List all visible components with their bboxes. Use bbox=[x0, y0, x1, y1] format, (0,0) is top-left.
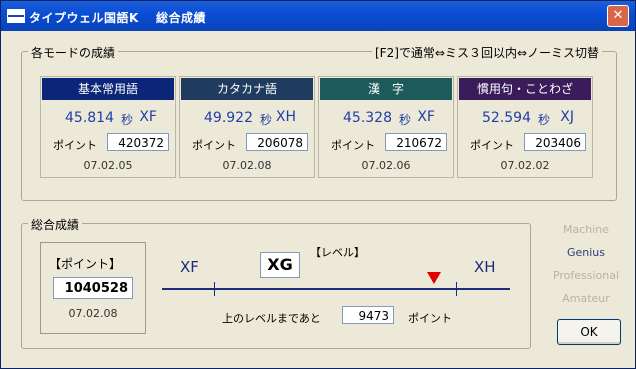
mode-point-label: ポイント bbox=[192, 139, 236, 152]
mode-rank: XF bbox=[417, 109, 435, 125]
mode-date: 07.02.08 bbox=[222, 159, 272, 172]
mode-rank: XF bbox=[139, 109, 157, 125]
mode-rank: XH bbox=[275, 109, 296, 125]
mode-time-unit: 秒 bbox=[121, 113, 134, 127]
main-window: タイプウェル国語K 総合成績 ✕ 各モードの成績 [F2]で通常⇔ミス３回以内⇔… bbox=[0, 0, 636, 369]
modes-group: 各モードの成績 [F2]で通常⇔ミス３回以内⇔ノーミス切替 基本常用語 45.8… bbox=[21, 44, 617, 201]
app-icon bbox=[7, 9, 25, 23]
window-title: タイプウェル国語K 総合成績 bbox=[29, 11, 206, 25]
right-level-mark: XH bbox=[474, 258, 496, 276]
mode-card: カタカナ語 49.922 秒 XH ポイント 206078 07.02.08 bbox=[179, 76, 315, 178]
mode-card: 慣用句・ことわざ 52.594 秒 XJ ポイント 203406 07.02.0… bbox=[457, 76, 593, 178]
level-option: Amateur bbox=[562, 292, 610, 305]
mode-time: 45.814 bbox=[65, 110, 114, 126]
mode-rank: XJ bbox=[560, 109, 574, 125]
mode-header: 基本常用語 bbox=[42, 78, 174, 100]
level-title: 【レベル】 bbox=[310, 246, 365, 259]
overall-group: 総合成績 【ポイント】 1040528 07.02.08 XF XG 【レベル】… bbox=[21, 216, 531, 349]
level-tick-left bbox=[214, 282, 215, 296]
level-tick-right bbox=[456, 282, 457, 296]
overall-point-panel: 【ポイント】 1040528 07.02.08 bbox=[40, 242, 146, 334]
mode-date: 07.02.02 bbox=[500, 159, 550, 172]
mode-points-box: 420372 bbox=[107, 133, 169, 151]
mode-card: 漢 字 45.328 秒 XF ポイント 210672 07.02.06 bbox=[318, 76, 454, 178]
remaining-label: 上のレベルまであと bbox=[222, 312, 321, 325]
mode-date: 07.02.05 bbox=[83, 159, 133, 172]
remaining-points-box: 9473 bbox=[342, 306, 394, 324]
mode-point-label: ポイント bbox=[331, 139, 375, 152]
ok-button[interactable]: OK bbox=[557, 319, 621, 345]
mode-time-unit: 秒 bbox=[399, 113, 412, 127]
f2-toggle-hint: [F2]で通常⇔ミス３回以内⇔ノーミス切替 bbox=[371, 44, 602, 61]
remaining-unit: ポイント bbox=[408, 312, 452, 325]
point-title: 【ポイント】 bbox=[49, 257, 122, 271]
mode-points-box: 206078 bbox=[246, 133, 308, 151]
modes-group-label: 各モードの成績 bbox=[28, 44, 119, 61]
left-level-mark: XF bbox=[180, 258, 199, 276]
overall-points-box: 1040528 bbox=[53, 277, 133, 299]
overall-date: 07.02.08 bbox=[68, 307, 118, 320]
mode-card: 基本常用語 45.814 秒 XF ポイント 420372 07.02.05 bbox=[40, 76, 176, 178]
mode-point-label: ポイント bbox=[53, 139, 97, 152]
progress-marker-icon bbox=[427, 272, 442, 284]
mode-time: 49.922 bbox=[204, 110, 253, 126]
mode-point-label: ポイント bbox=[470, 139, 514, 152]
mode-time: 52.594 bbox=[482, 110, 531, 126]
close-button[interactable]: ✕ bbox=[607, 5, 629, 27]
mode-time-unit: 秒 bbox=[538, 113, 551, 127]
mode-header: カタカナ語 bbox=[181, 78, 313, 100]
mode-header: 慣用句・ことわざ bbox=[459, 78, 591, 100]
mode-time-unit: 秒 bbox=[260, 113, 273, 127]
overall-group-label: 総合成績 bbox=[28, 216, 83, 233]
mode-points-box: 203406 bbox=[524, 133, 586, 151]
mode-points-box: 210672 bbox=[385, 133, 447, 151]
level-option: Genius bbox=[566, 246, 606, 259]
mode-time: 45.328 bbox=[343, 110, 392, 126]
level-option: Machine bbox=[562, 223, 610, 236]
level-progress-track bbox=[162, 272, 510, 296]
title-bar: タイプウェル国語K 総合成績 ✕ bbox=[1, 1, 635, 31]
level-option: Professional bbox=[552, 269, 620, 282]
mode-header: 漢 字 bbox=[320, 78, 452, 100]
mode-date: 07.02.06 bbox=[361, 159, 411, 172]
current-level-box: XG bbox=[260, 252, 300, 278]
